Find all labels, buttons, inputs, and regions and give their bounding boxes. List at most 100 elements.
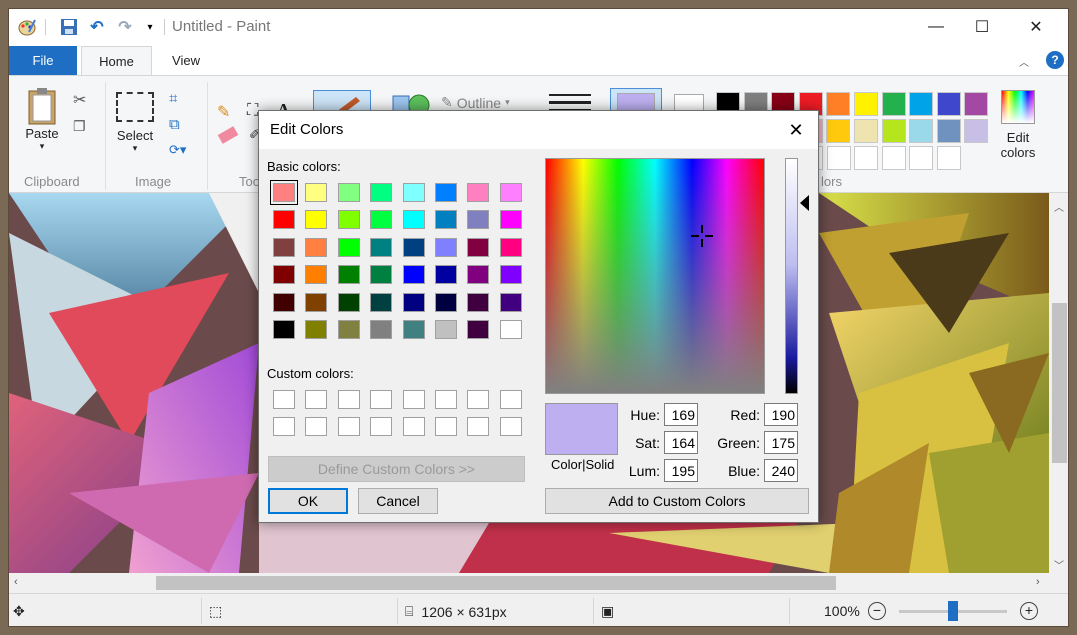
- basic-color-swatch[interactable]: [467, 210, 490, 230]
- tab-file[interactable]: File: [9, 46, 77, 75]
- basic-color-swatch[interactable]: [467, 265, 490, 285]
- custom-color-slot[interactable]: [435, 417, 457, 436]
- scroll-left-icon[interactable]: ‹: [14, 576, 18, 588]
- color-spectrum[interactable]: [545, 158, 765, 394]
- sat-field[interactable]: 164: [664, 431, 698, 454]
- horizontal-scrollbar[interactable]: ‹ ›: [9, 573, 1049, 593]
- redo-icon[interactable]: ↷: [115, 17, 135, 37]
- paste-button[interactable]: Paste ▾: [21, 86, 63, 152]
- copy-icon[interactable]: ❐: [73, 118, 86, 135]
- help-icon[interactable]: ?: [1046, 51, 1064, 69]
- basic-color-swatch[interactable]: [435, 210, 457, 230]
- custom-color-slot[interactable]: [467, 390, 490, 409]
- basic-color-swatch[interactable]: [370, 237, 393, 257]
- paint-app-icon[interactable]: [17, 17, 37, 37]
- basic-color-swatch[interactable]: [305, 292, 328, 312]
- basic-color-swatch[interactable]: [467, 320, 490, 339]
- pencil-icon[interactable]: ✎: [217, 102, 230, 122]
- palette-color[interactable]: [964, 92, 989, 116]
- custom-color-slot[interactable]: [305, 390, 328, 409]
- basic-color-swatch[interactable]: [370, 292, 393, 312]
- green-field[interactable]: 175: [764, 431, 798, 454]
- basic-color-swatch[interactable]: [305, 265, 328, 285]
- custom-color-slot[interactable]: [370, 417, 393, 436]
- palette-color[interactable]: [964, 119, 989, 143]
- palette-custom-slot[interactable]: [854, 146, 879, 170]
- custom-color-slot[interactable]: [370, 390, 393, 409]
- basic-color-swatch[interactable]: [435, 265, 457, 285]
- basic-color-swatch[interactable]: [499, 210, 522, 230]
- custom-color-slot[interactable]: [273, 417, 295, 436]
- basic-color-swatch[interactable]: [402, 292, 425, 312]
- basic-color-swatch[interactable]: [370, 265, 393, 285]
- cancel-button[interactable]: Cancel: [358, 488, 438, 514]
- vertical-scroll-thumb[interactable]: [1052, 303, 1067, 463]
- basic-color-swatch[interactable]: [499, 265, 522, 285]
- basic-color-swatch[interactable]: [337, 210, 360, 230]
- basic-color-swatch[interactable]: [305, 237, 328, 257]
- basic-color-swatch[interactable]: [402, 320, 425, 339]
- blue-field[interactable]: 240: [764, 459, 798, 482]
- zoom-out-button[interactable]: −: [868, 602, 886, 620]
- edit-colors-button[interactable]: Edit colors: [994, 90, 1042, 160]
- basic-color-swatch[interactable]: [467, 292, 490, 312]
- define-custom-colors-button[interactable]: Define Custom Colors >>: [268, 456, 525, 482]
- basic-color-swatch[interactable]: [499, 320, 522, 339]
- ok-button[interactable]: OK: [268, 488, 348, 514]
- scroll-right-icon[interactable]: ›: [1036, 576, 1040, 588]
- maximize-button[interactable]: ☐: [959, 9, 1005, 45]
- fill-icon[interactable]: ⛶: [247, 102, 258, 120]
- basic-color-swatch[interactable]: [337, 183, 360, 202]
- basic-color-swatch[interactable]: [305, 210, 328, 230]
- select-button[interactable]: Select ▾: [112, 92, 158, 154]
- basic-color-swatch[interactable]: [337, 237, 360, 257]
- custom-color-slot[interactable]: [499, 417, 522, 436]
- basic-color-swatch[interactable]: [402, 210, 425, 230]
- custom-color-slot[interactable]: [435, 390, 457, 409]
- close-window-button[interactable]: ✕: [1013, 9, 1059, 45]
- customize-toolbar-icon[interactable]: ▾: [140, 17, 160, 37]
- eraser-icon[interactable]: [217, 126, 239, 144]
- basic-color-swatch[interactable]: [337, 320, 360, 339]
- cut-icon[interactable]: ✂: [73, 90, 86, 110]
- basic-color-swatch[interactable]: [499, 292, 522, 312]
- palette-custom-slot[interactable]: [881, 146, 906, 170]
- dialog-close-button[interactable]: ✕: [774, 111, 818, 149]
- palette-color[interactable]: [826, 119, 851, 143]
- palette-color[interactable]: [936, 92, 961, 116]
- scroll-up-icon[interactable]: ︿: [1054, 199, 1064, 214]
- vertical-scrollbar[interactable]: ︿ ﹀: [1049, 193, 1068, 573]
- basic-color-swatch[interactable]: [467, 237, 490, 257]
- basic-color-swatch[interactable]: [435, 183, 457, 202]
- basic-color-swatch[interactable]: [273, 210, 295, 230]
- custom-color-slot[interactable]: [402, 417, 425, 436]
- luminosity-arrow-icon[interactable]: [800, 195, 809, 211]
- save-icon[interactable]: [59, 17, 79, 37]
- custom-color-slot[interactable]: [305, 417, 328, 436]
- palette-custom-slot[interactable]: [826, 146, 851, 170]
- palette-color[interactable]: [881, 92, 906, 116]
- outline-button[interactable]: ✎ Outline ▾: [441, 94, 510, 111]
- zoom-in-button[interactable]: +: [1020, 602, 1038, 620]
- basic-color-swatch[interactable]: [499, 183, 522, 202]
- custom-color-slot[interactable]: [467, 417, 490, 436]
- basic-color-swatch[interactable]: [273, 292, 295, 312]
- palette-color[interactable]: [854, 92, 878, 116]
- tab-home[interactable]: Home: [81, 46, 152, 75]
- palette-color[interactable]: [826, 92, 851, 116]
- custom-color-slot[interactable]: [402, 390, 425, 409]
- basic-color-swatch[interactable]: [337, 265, 360, 285]
- palette-color[interactable]: [909, 92, 934, 116]
- basic-color-swatch[interactable]: [402, 265, 425, 285]
- palette-custom-slot[interactable]: [909, 146, 934, 170]
- palette-color[interactable]: [881, 119, 906, 143]
- scroll-down-icon[interactable]: ﹀: [1054, 557, 1064, 572]
- basic-color-swatch[interactable]: [273, 237, 295, 257]
- basic-color-swatch[interactable]: [467, 183, 490, 202]
- palette-color[interactable]: [854, 119, 878, 143]
- basic-color-swatch[interactable]: [370, 183, 393, 202]
- custom-color-slot[interactable]: [337, 390, 360, 409]
- basic-color-swatch[interactable]: [435, 292, 457, 312]
- basic-color-swatch[interactable]: [273, 320, 295, 339]
- resize-icon[interactable]: ⧉: [169, 116, 180, 133]
